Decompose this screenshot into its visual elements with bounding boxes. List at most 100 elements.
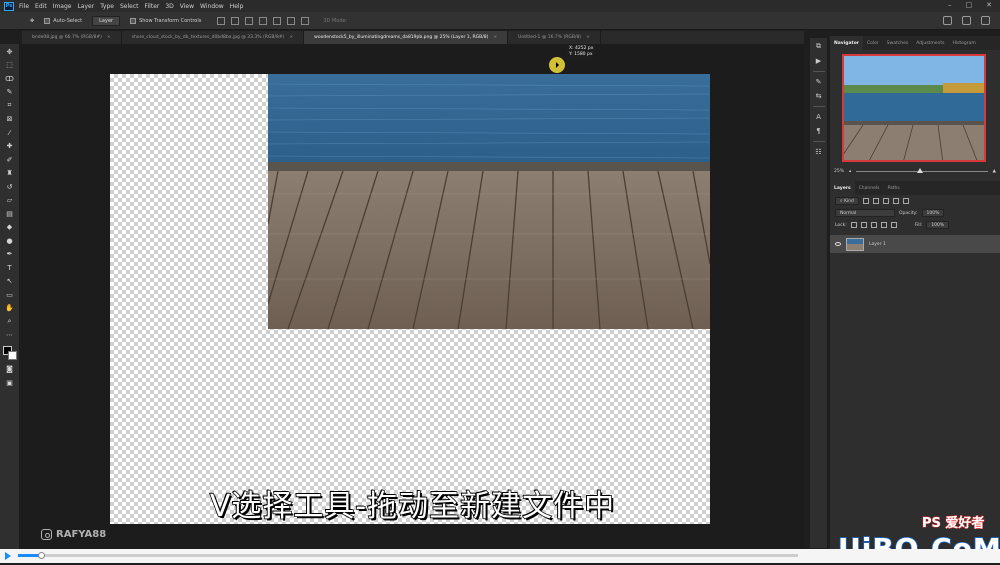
lock-all-icon[interactable] — [890, 222, 897, 228]
character-icon[interactable]: A — [816, 113, 821, 121]
align-left-icon[interactable] — [217, 16, 226, 25]
path-select-tool-icon[interactable]: ↖ — [5, 277, 15, 286]
tab-document-3[interactable]: woodenstock5_by_illuminatingdreams_da819… — [304, 31, 509, 44]
video-progress-handle[interactable] — [38, 552, 46, 559]
transform-controls-checkbox[interactable] — [130, 17, 137, 24]
lock-transparent-icon[interactable] — [850, 222, 857, 228]
maximize-icon[interactable]: □ — [966, 1, 973, 9]
quick-select-tool-icon[interactable]: ✎ — [5, 88, 15, 97]
fill-field[interactable]: 100% — [926, 221, 950, 229]
dodge-tool-icon[interactable]: ● — [5, 236, 15, 245]
eraser-tool-icon[interactable]: ▱ — [5, 196, 15, 205]
menu-view[interactable]: View — [180, 3, 194, 10]
layer-row[interactable]: Layer 1 — [830, 235, 1000, 253]
properties-icon[interactable]: ☷ — [815, 148, 821, 156]
quick-mask-icon[interactable]: ◙ — [5, 365, 15, 374]
close-tab-icon[interactable]: × — [586, 35, 590, 40]
history-icon[interactable]: ⧉ — [816, 42, 821, 51]
visibility-eye-icon[interactable] — [835, 242, 841, 246]
tab-paths[interactable]: Paths — [883, 181, 903, 195]
tab-histogram[interactable]: Histogram — [948, 36, 979, 50]
brush-tool-icon[interactable]: ✐ — [5, 155, 15, 164]
tab-swatches[interactable]: Swatches — [883, 36, 913, 50]
search-icon[interactable] — [943, 16, 952, 25]
play-icon[interactable] — [5, 552, 11, 560]
minimize-icon[interactable]: – — [948, 1, 952, 9]
lock-image-icon[interactable] — [860, 222, 867, 228]
move-tool-icon[interactable]: ✥ — [5, 47, 15, 56]
close-tab-icon[interactable]: × — [107, 35, 111, 40]
color-swatches[interactable] — [2, 346, 17, 360]
align-center-icon[interactable] — [231, 16, 240, 25]
menu-file[interactable]: File — [19, 3, 29, 10]
healing-tool-icon[interactable]: ✚ — [5, 142, 15, 151]
lock-position-icon[interactable] — [870, 222, 877, 228]
canvas-area[interactable]: X: 4252 px Y: 1580 px V选择工具-拖动至新建文件中 RAF… — [21, 44, 804, 549]
kind-filter-dropdown[interactable]: ⌕ Kind — [835, 197, 859, 205]
tab-navigator[interactable]: Navigator — [830, 36, 863, 50]
menu-image[interactable]: Image — [53, 3, 72, 10]
type-filter-icon[interactable] — [882, 198, 889, 204]
menu-help[interactable]: Help — [230, 3, 244, 10]
menu-3d[interactable]: 3D — [165, 3, 173, 10]
more-options-icon[interactable] — [301, 16, 310, 25]
workspace-icon[interactable] — [962, 16, 971, 25]
blur-tool-icon[interactable]: ◆ — [5, 223, 15, 232]
rectangle-tool-icon[interactable]: ▭ — [5, 290, 15, 299]
brush-settings-icon[interactable]: ✎ — [816, 78, 822, 86]
menu-window[interactable]: Window — [200, 3, 224, 10]
pen-tool-icon[interactable]: ✒ — [5, 250, 15, 259]
navigator-preview[interactable] — [842, 54, 986, 162]
layer-1-image[interactable] — [268, 74, 710, 329]
blend-mode-dropdown[interactable]: Normal — [835, 209, 895, 217]
marquee-tool-icon[interactable]: ⬚ — [5, 61, 15, 70]
layer-name[interactable]: Layer 1 — [869, 242, 886, 247]
auto-select-checkbox[interactable] — [44, 17, 51, 24]
tab-layers[interactable]: Layers — [830, 181, 855, 195]
zoom-slider-handle[interactable] — [916, 167, 923, 173]
lasso-tool-icon[interactable]: ↀ — [5, 74, 15, 83]
tab-document-1[interactable]: bnde08.jpg @ 66.7% (RGB/8#) × — [22, 31, 122, 44]
clone-stamp-tool-icon[interactable]: ♜ — [5, 169, 15, 178]
menu-edit[interactable]: Edit — [35, 3, 47, 10]
tab-document-2[interactable]: shore_cloud_stock_by_db_textures_d0bd8ba… — [121, 31, 305, 44]
align-middle-icon[interactable] — [273, 16, 282, 25]
eyedropper-tool-icon[interactable]: ⁄ — [5, 128, 15, 137]
paragraph-icon[interactable]: ¶ — [816, 127, 820, 135]
auto-select-dropdown[interactable]: Layer — [92, 15, 121, 26]
frame-tool-icon[interactable]: ⊠ — [5, 115, 15, 124]
close-tab-icon[interactable]: × — [493, 35, 497, 40]
type-tool-icon[interactable]: T — [5, 263, 15, 272]
move-tool-preset[interactable]: ✥ — [30, 18, 34, 24]
zoom-slider[interactable] — [856, 167, 988, 173]
history-brush-tool-icon[interactable]: ↺ — [5, 182, 15, 191]
pixel-filter-icon[interactable] — [862, 198, 869, 204]
adjustment-filter-icon[interactable] — [872, 198, 879, 204]
zoom-tool-icon[interactable]: ⌕ — [5, 317, 15, 326]
tab-color[interactable]: Color — [863, 36, 883, 50]
align-right-icon[interactable] — [245, 16, 254, 25]
smart-object-filter-icon[interactable] — [902, 198, 909, 204]
close-tab-icon[interactable]: × — [289, 35, 293, 40]
video-progress-track[interactable] — [18, 552, 798, 559]
tab-adjustments[interactable]: Adjustments — [912, 36, 948, 50]
share-icon[interactable] — [981, 16, 990, 25]
zoom-out-icon[interactable]: ▴ — [849, 169, 851, 174]
play-action-icon[interactable]: ▶ — [816, 57, 821, 65]
lock-artboard-icon[interactable] — [880, 222, 887, 228]
align-bottom-icon[interactable] — [287, 16, 296, 25]
opacity-field[interactable]: 100% — [921, 209, 945, 217]
background-color-swatch[interactable] — [7, 351, 17, 360]
crop-tool-icon[interactable]: ⌗ — [5, 101, 15, 110]
tab-channels[interactable]: Channels — [855, 181, 884, 195]
shape-filter-icon[interactable] — [892, 198, 899, 204]
more-tools-icon[interactable]: ⋯ — [5, 331, 15, 340]
menu-type[interactable]: Type — [100, 3, 114, 10]
hand-tool-icon[interactable]: ✋ — [5, 304, 15, 313]
document-canvas[interactable] — [110, 74, 710, 524]
zoom-in-icon[interactable]: ▲ — [993, 169, 996, 174]
auto-select-option[interactable]: Auto-Select — [44, 17, 82, 24]
gradient-tool-icon[interactable]: ▤ — [5, 209, 15, 218]
menu-select[interactable]: Select — [120, 3, 139, 10]
transform-controls-option[interactable]: Show Transform Controls — [130, 17, 201, 24]
